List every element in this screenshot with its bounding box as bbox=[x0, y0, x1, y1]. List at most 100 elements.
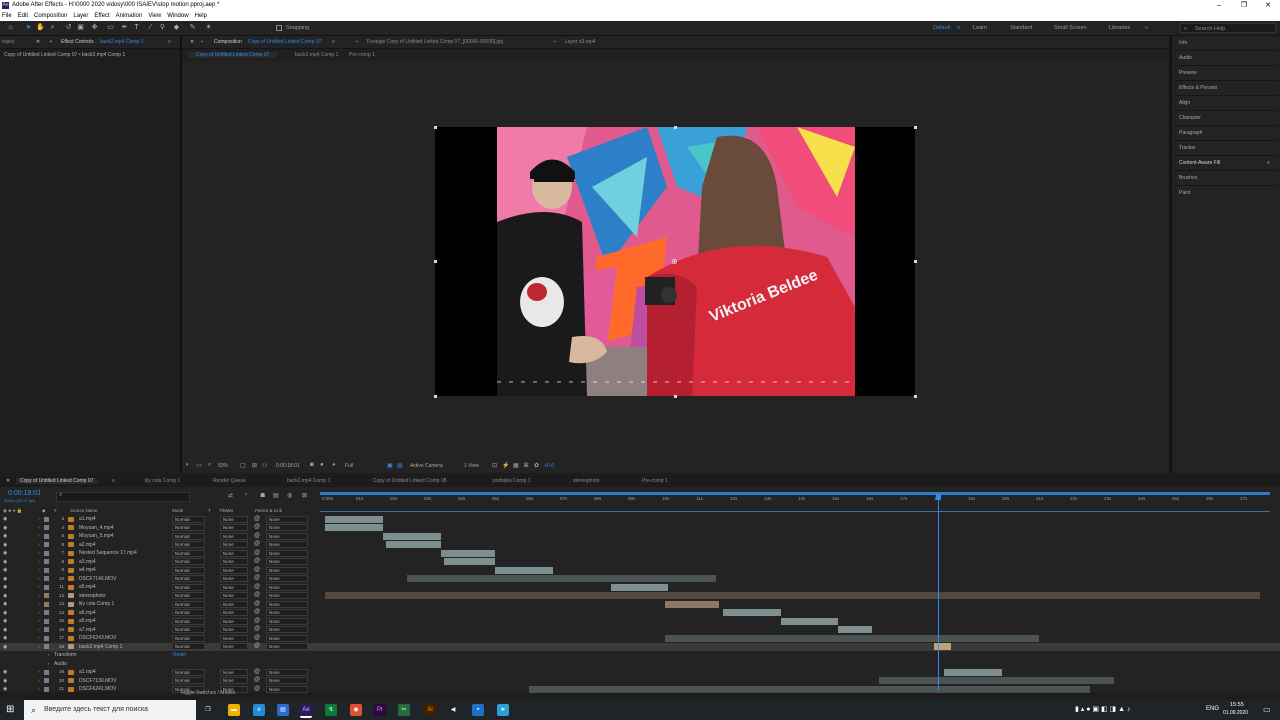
pick-whip-icon[interactable]: @ bbox=[254, 601, 260, 607]
store-icon[interactable]: ▤ bbox=[277, 704, 289, 716]
always-preview-icon[interactable]: ◐ bbox=[186, 462, 190, 468]
pick-whip-icon[interactable]: @ bbox=[254, 643, 260, 649]
parent-select[interactable]: None bbox=[266, 524, 308, 531]
panel-align[interactable]: Align bbox=[1179, 100, 1190, 106]
app-icon[interactable]: ↯ bbox=[325, 704, 337, 716]
layer-duration-bar[interactable] bbox=[325, 592, 1260, 599]
parent-select[interactable]: None bbox=[266, 617, 308, 625]
layer-duration-bar[interactable] bbox=[382, 532, 441, 540]
layer-row[interactable]: ◉ › 15 a5.mp4 Normal None @ None bbox=[0, 617, 1280, 626]
expand-arrow-icon[interactable]: › bbox=[38, 610, 40, 615]
trkmat-select[interactable]: None bbox=[220, 626, 248, 633]
layer-name[interactable]: a1.mp4 bbox=[79, 669, 96, 675]
edge-icon[interactable]: e bbox=[253, 704, 265, 716]
layer-row[interactable]: ◉ › 13 lily cola Comp 1 Normal None @ No… bbox=[0, 600, 1280, 609]
parent-select[interactable]: None bbox=[266, 634, 308, 642]
layer-row[interactable]: ◉ › 18 back2.mp4 Comp 1 Normal None @ No… bbox=[0, 642, 1280, 651]
panel-info[interactable]: Info bbox=[1179, 40, 1187, 46]
draft-3d-icon[interactable]: ◔ bbox=[244, 492, 248, 498]
snapping-checkbox[interactable] bbox=[276, 25, 282, 31]
mode-header[interactable]: Mode bbox=[172, 508, 183, 513]
menu-composition[interactable]: Composition bbox=[34, 11, 67, 21]
layer-label-color[interactable] bbox=[44, 686, 49, 692]
frame-icon[interactable]: ▢ bbox=[240, 462, 246, 469]
blend-mode-select[interactable]: Normal bbox=[172, 643, 205, 650]
visibility-eye-icon[interactable]: ◉ bbox=[3, 516, 7, 522]
panel-content-aware-fill[interactable]: Content-Aware Fill bbox=[1179, 160, 1220, 166]
layer-name[interactable]: a7.mp4 bbox=[79, 627, 96, 633]
layer-row[interactable]: ◉ › 19 a1.mp4 Normal None @ None bbox=[0, 668, 1280, 677]
layer-name[interactable]: DSCF7146.MOV bbox=[79, 576, 117, 582]
parent-select[interactable]: None bbox=[266, 558, 308, 565]
parent-select[interactable]: None bbox=[266, 575, 308, 582]
trkmat-select[interactable]: None bbox=[220, 583, 248, 591]
parent-select[interactable]: None bbox=[266, 549, 308, 557]
trkmat-select[interactable]: None bbox=[220, 566, 248, 574]
fit-icon[interactable]: ⌕ bbox=[208, 462, 211, 469]
transform-handle[interactable] bbox=[914, 395, 917, 398]
clone-stamp-tool-icon[interactable]: ⚲ bbox=[158, 23, 167, 32]
expand-arrow-icon[interactable]: › bbox=[38, 635, 40, 640]
motion-blur-icon[interactable]: ◍ bbox=[287, 492, 292, 499]
trkmat-select[interactable]: None bbox=[220, 634, 248, 642]
panel-character[interactable]: Character bbox=[1179, 115, 1201, 121]
layer-row[interactable]: ◉ › 14 a6.mp4 Normal None @ None bbox=[0, 609, 1280, 618]
brush-tool-icon[interactable]: ⁄ bbox=[146, 23, 155, 32]
workspace-learn[interactable]: Learn bbox=[973, 25, 987, 31]
expand-arrow-icon[interactable]: › bbox=[38, 576, 40, 581]
telegram-icon[interactable]: ➤ bbox=[497, 704, 509, 716]
expand-arrow-icon[interactable]: › bbox=[38, 601, 40, 606]
expand-arrow-icon[interactable]: › bbox=[38, 678, 40, 683]
clock-date[interactable]: 01.09.2020 bbox=[1223, 710, 1248, 716]
pick-whip-icon[interactable]: @ bbox=[254, 575, 260, 581]
layer-label-color[interactable] bbox=[44, 559, 49, 564]
parent-select[interactable]: None bbox=[266, 532, 308, 540]
blend-mode-select[interactable]: Normal bbox=[172, 677, 205, 684]
tab-render-queue[interactable]: Render Queue bbox=[213, 478, 246, 484]
timeline-icon[interactable]: ▦ bbox=[513, 462, 519, 469]
blend-mode-select[interactable]: Normal bbox=[172, 575, 205, 582]
layer-row[interactable]: ◉ › 5 Moyuan_5.mp4 Normal None @ None bbox=[0, 532, 1280, 541]
close-button[interactable]: ✕ bbox=[1256, 0, 1280, 11]
transform-handle[interactable] bbox=[674, 126, 677, 129]
tray-icons[interactable]: ▮ ▴ ● ▣ ◧ ◨ ▲ ♪ bbox=[1075, 705, 1130, 713]
flowchart-icon[interactable]: ⌘ bbox=[523, 462, 529, 469]
views-select[interactable]: 1 View bbox=[464, 463, 479, 469]
layer-name[interactable]: a1.mp4 bbox=[79, 516, 96, 522]
expand-arrow-icon[interactable]: › bbox=[38, 559, 40, 564]
pick-whip-icon[interactable]: @ bbox=[254, 541, 260, 547]
layer-label-color[interactable] bbox=[44, 601, 49, 607]
roto-brush-tool-icon[interactable]: ✎ bbox=[188, 23, 197, 32]
transform-label[interactable]: Transform bbox=[54, 652, 77, 658]
zoom-tool-icon[interactable]: ⌕ bbox=[48, 23, 57, 32]
expand-arrow-icon[interactable]: › bbox=[38, 542, 40, 547]
tab-project[interactable]: roject bbox=[2, 39, 14, 45]
layer-duration-bar[interactable] bbox=[325, 524, 383, 531]
layer-name[interactable]: DSCF7130.MOV bbox=[79, 678, 117, 684]
app2-icon[interactable]: ✂ bbox=[398, 704, 410, 716]
layer-label-color[interactable] bbox=[44, 584, 49, 590]
layer-duration-bar[interactable] bbox=[665, 600, 720, 608]
layer-label-color[interactable] bbox=[44, 593, 49, 598]
layer-name[interactable]: a5.mp4 bbox=[79, 618, 96, 624]
blend-mode-select[interactable]: Normal bbox=[172, 558, 205, 565]
menu-help[interactable]: Help bbox=[195, 11, 207, 21]
rectangle-tool-icon[interactable]: ▭ bbox=[106, 23, 115, 32]
layer-label-color[interactable] bbox=[44, 678, 49, 683]
layer-name[interactable]: Moyuan_5.mp4 bbox=[79, 533, 113, 539]
tab-comp-08[interactable]: Copy of Untitled Linked Comp 08 bbox=[373, 478, 446, 484]
parent-select[interactable]: None bbox=[266, 583, 308, 591]
visibility-eye-icon[interactable]: ◉ bbox=[3, 686, 7, 692]
panel-brushes[interactable]: Brushes bbox=[1179, 175, 1197, 181]
panel-paint[interactable]: Paint bbox=[1179, 190, 1190, 196]
visibility-eye-icon[interactable]: ◉ bbox=[3, 627, 7, 633]
zoom-select[interactable]: 50% bbox=[218, 463, 228, 469]
camera-select[interactable]: Active Camera bbox=[410, 463, 443, 469]
visibility-eye-icon[interactable]: ◉ bbox=[3, 567, 7, 573]
trkmat-select[interactable]: None bbox=[220, 677, 248, 684]
toggle-switches-modes[interactable]: Toggle Switches / Modes bbox=[180, 690, 235, 696]
pick-whip-icon[interactable]: @ bbox=[254, 686, 260, 692]
timeline-tab-menu-icon[interactable]: ≡ bbox=[112, 478, 115, 484]
pick-whip-icon[interactable]: @ bbox=[254, 592, 260, 598]
magnify-icon[interactable]: ▭ bbox=[196, 462, 202, 469]
